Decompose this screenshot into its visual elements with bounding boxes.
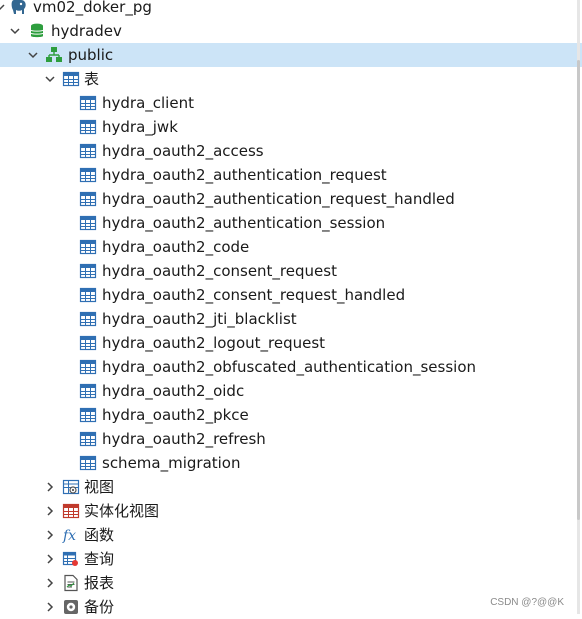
schema-label: public [68,46,114,64]
tables-folder-label: 表 [84,70,100,88]
report-icon [62,574,80,592]
table-icon [79,262,97,280]
chevron-down-icon[interactable] [0,1,6,13]
table-item-label: hydra_oauth2_pkce [102,406,249,424]
tree-node-database[interactable]: hydradev [0,19,582,43]
svg-text:fx: fx [62,528,76,544]
chevron-right-icon[interactable] [44,529,56,541]
table-icon [79,358,97,376]
scrollbar-thumb[interactable] [577,60,580,520]
table-icon [79,406,97,424]
chevron-right-icon[interactable] [44,577,56,589]
table-item-label: hydra_oauth2_jti_blacklist [102,310,297,328]
table-icon [79,286,97,304]
table-item-hydra-oauth2-oidc[interactable]: hydra_oauth2_oidc [0,379,582,403]
tree-node-tables-folder[interactable]: 表 [0,67,582,91]
materialized-view-icon [62,502,80,520]
table-folder-icon [62,70,80,88]
table-item-hydra-oauth2-authentication-request[interactable]: hydra_oauth2_authentication_request [0,163,582,187]
table-item-hydra-oauth2-consent-request-handled[interactable]: hydra_oauth2_consent_request_handled [0,283,582,307]
function-icon: fx [62,526,80,544]
query-icon [62,550,80,568]
chevron-right-icon[interactable] [44,553,56,565]
folder-label: 实体化视图 [84,502,160,520]
table-icon [79,118,97,136]
table-icon [79,190,97,208]
postgres-elephant-icon [10,0,28,16]
table-item-hydra-oauth2-authentication-session[interactable]: hydra_oauth2_authentication_session [0,211,582,235]
connection-label: vm02_doker_pg [33,0,152,16]
table-icon [79,238,97,256]
table-item-schema-migration[interactable]: schema_migration [0,451,582,475]
table-item-label: hydra_oauth2_logout_request [102,334,326,352]
table-item-hydra-oauth2-obfuscated-authentication-session[interactable]: hydra_oauth2_obfuscated_authentication_s… [0,355,582,379]
table-item-label: hydra_oauth2_code [102,238,250,256]
table-icon [79,334,97,352]
table-item-label: hydra_oauth2_consent_request [102,262,337,280]
table-item-label: hydra_oauth2_consent_request_handled [102,286,406,304]
chevron-right-icon[interactable] [44,505,56,517]
database-label: hydradev [51,22,122,40]
table-item-label: hydra_oauth2_authentication_request [102,166,387,184]
chevron-down-icon[interactable] [27,49,39,61]
table-icon [79,166,97,184]
chevron-right-icon[interactable] [44,481,56,493]
tree-node-connection[interactable]: vm02_doker_pg [0,0,582,19]
table-icon [79,94,97,112]
chevron-down-icon[interactable] [9,25,21,37]
folder-label: 函数 [84,526,115,544]
table-item-hydra-oauth2-authentication-request-handled[interactable]: hydra_oauth2_authentication_request_hand… [0,187,582,211]
database-icon [28,22,46,40]
chevron-right-icon[interactable] [44,601,56,613]
table-item-label: hydra_jwk [102,118,178,136]
table-item-label: hydra_oauth2_obfuscated_authentication_s… [102,358,477,376]
table-item-label: hydra_oauth2_refresh [102,430,266,448]
table-item-hydra-oauth2-consent-request[interactable]: hydra_oauth2_consent_request [0,259,582,283]
schema-icon [45,46,63,64]
table-item-label: schema_migration [102,454,241,472]
tree-folder-function[interactable]: fx 函数 [0,523,582,547]
table-item-hydra-oauth2-logout-request[interactable]: hydra_oauth2_logout_request [0,331,582,355]
table-icon [79,214,97,232]
table-item-hydra-oauth2-jti-blacklist[interactable]: hydra_oauth2_jti_blacklist [0,307,582,331]
folder-label: 报表 [84,574,115,592]
table-icon [79,310,97,328]
table-item-hydra-client[interactable]: hydra_client [0,91,582,115]
table-item-label: hydra_oauth2_authentication_request_hand… [102,190,455,208]
watermark: CSDN @?@@K [490,597,564,608]
table-item-hydra-oauth2-pkce[interactable]: hydra_oauth2_pkce [0,403,582,427]
folder-label: 备份 [84,598,115,616]
tree-folder-view[interactable]: 视图 [0,475,582,499]
folder-label: 视图 [84,478,115,496]
table-icon [79,454,97,472]
table-item-hydra-oauth2-code[interactable]: hydra_oauth2_code [0,235,582,259]
tree-folder-materialized-view[interactable]: 实体化视图 [0,499,582,523]
table-item-label: hydra_client [102,94,194,112]
table-icon [79,382,97,400]
chevron-down-icon[interactable] [44,73,56,85]
view-icon [62,478,80,496]
tree-node-schema[interactable]: public [0,43,582,67]
folder-label: 查询 [84,550,115,568]
table-item-hydra-jwk[interactable]: hydra_jwk [0,115,582,139]
table-item-hydra-oauth2-access[interactable]: hydra_oauth2_access [0,139,582,163]
backup-icon [62,598,80,616]
table-item-label: hydra_oauth2_access [102,142,264,160]
table-item-label: hydra_oauth2_oidc [102,382,245,400]
table-item-label: hydra_oauth2_authentication_session [102,214,386,232]
tree-folder-query[interactable]: 查询 [0,547,582,571]
table-item-hydra-oauth2-refresh[interactable]: hydra_oauth2_refresh [0,427,582,451]
table-icon [79,430,97,448]
table-icon [79,142,97,160]
tree-folder-report[interactable]: 报表 [0,571,582,595]
